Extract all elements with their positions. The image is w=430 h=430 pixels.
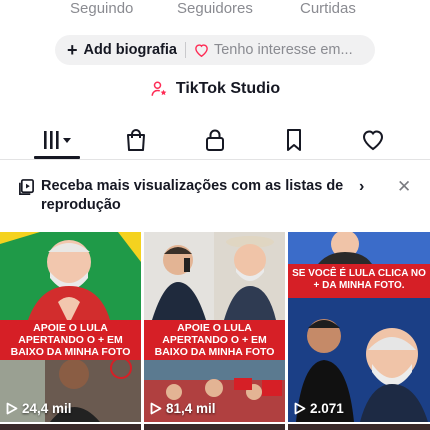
heart-outline-icon (195, 44, 208, 57)
next-row-thumbnail-1[interactable] (0, 424, 141, 430)
close-icon[interactable]: ✕ (397, 177, 411, 197)
following-label[interactable]: Seguindo (70, 0, 133, 17)
video-thumbnail-3[interactable]: SE VOCÊ É LULA CLICA NO + DA MINHA FOTO.… (288, 232, 430, 422)
video-caption-3: SE VOCÊ É LULA CLICA NO + DA MINHA FOTO. (288, 266, 430, 294)
plus-icon: + (67, 40, 78, 60)
likes-label[interactable]: Curtidas (300, 0, 356, 17)
tab-saved[interactable] (274, 124, 314, 156)
tab-videos[interactable] (37, 124, 77, 156)
profile-stats: Seguindo Seguidores Curtidas (0, 0, 430, 24)
tab-liked[interactable] (353, 124, 393, 156)
next-row-thumbnail-2[interactable] (144, 424, 285, 430)
pill-divider (184, 42, 186, 58)
studio-user-icon (151, 81, 167, 96)
tab-shop[interactable] (116, 124, 156, 156)
play-icon (6, 402, 18, 415)
bio-interest-pill: + Add biografia Tenho interesse em... (55, 35, 375, 65)
shopping-bag-icon (127, 129, 145, 151)
studio-label: TikTok Studio (175, 80, 281, 97)
video-thumbnail-1[interactable]: APOIE O LULA APERTANDO O + EM BAIXO DA M… (0, 232, 141, 422)
view-count-1: 24,4 mil (6, 401, 72, 416)
add-bio-label: Add biografia (83, 42, 177, 58)
interest-label: Tenho interesse em... (213, 42, 353, 58)
view-count-3: 2.071 (294, 401, 344, 416)
profile-tabs (0, 118, 430, 160)
tab-private[interactable] (195, 124, 235, 156)
playlist-icon (19, 179, 34, 195)
video-caption-2: APOIE O LULA APERTANDO O + EM BAIXO DA M… (144, 320, 285, 360)
banner-text: Receba mais visualizações com as listas … (41, 178, 344, 213)
interest-button[interactable]: Tenho interesse em... (194, 42, 353, 58)
video-grid: APOIE O LULA APERTANDO O + EM BAIXO DA M… (0, 232, 430, 430)
play-icon (294, 402, 306, 415)
view-count-2: 81,4 mil (150, 401, 216, 416)
lock-icon (206, 129, 224, 151)
heart-icon (362, 130, 384, 151)
add-bio-button[interactable]: + Add biografia (67, 41, 177, 59)
grid-videos-icon (44, 131, 71, 149)
play-icon (150, 402, 162, 415)
video-thumbnail-2[interactable]: APOIE O LULA APERTANDO O + EM BAIXO DA M… (144, 232, 285, 422)
chevron-right-icon[interactable]: › (359, 178, 364, 196)
playlist-banner[interactable]: Receba mais visualizações com as listas … (0, 170, 430, 226)
video-caption-1: APOIE O LULA APERTANDO O + EM BAIXO DA M… (0, 320, 141, 360)
active-tab-indicator (34, 156, 80, 159)
bookmark-icon (287, 129, 301, 151)
lula-smile-image (288, 232, 430, 422)
next-row-thumbnail-3[interactable] (288, 424, 430, 430)
tiktok-studio-link[interactable]: TikTok Studio (0, 80, 430, 98)
followers-label[interactable]: Seguidores (177, 0, 253, 17)
